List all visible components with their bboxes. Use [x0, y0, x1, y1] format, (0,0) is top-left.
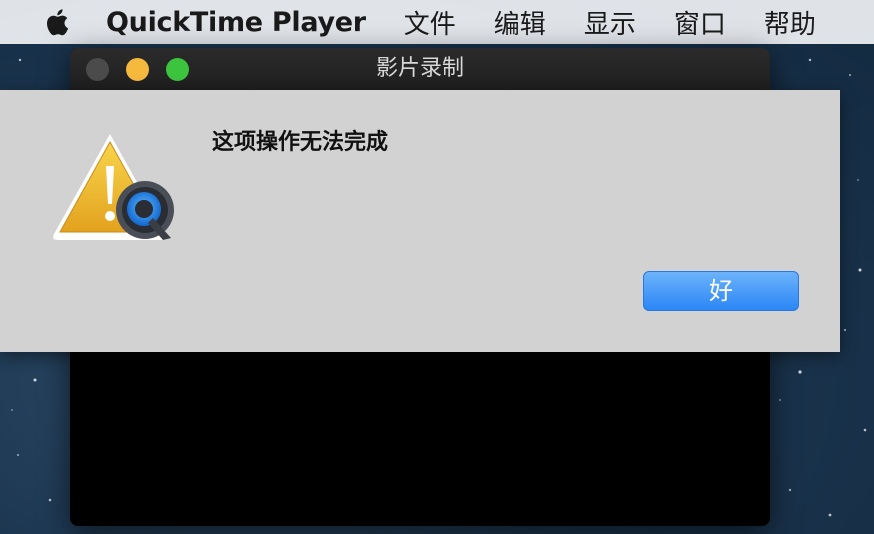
menu-help[interactable]: 帮助 — [764, 4, 816, 41]
ok-button[interactable]: 好 — [643, 271, 799, 311]
window-title: 影片录制 — [375, 56, 464, 81]
alert-message: 这项操作无法完成 — [212, 130, 389, 155]
apple-logo-icon[interactable] — [40, 6, 72, 38]
warning-quicktime-icon — [50, 130, 180, 248]
menu-window[interactable]: 窗口 — [674, 4, 726, 41]
menu-view[interactable]: 显示 — [584, 4, 636, 41]
app-name-menu[interactable]: QuickTime Player — [106, 7, 366, 38]
alert-dialog: 这项操作无法完成 好 — [0, 90, 840, 352]
menu-bar: QuickTime Player 文件 编辑 显示 窗口 帮助 — [0, 0, 874, 44]
menu-edit[interactable]: 编辑 — [494, 4, 546, 41]
menu-file[interactable]: 文件 — [404, 4, 456, 41]
window-titlebar[interactable]: 影片录制 — [70, 48, 770, 90]
